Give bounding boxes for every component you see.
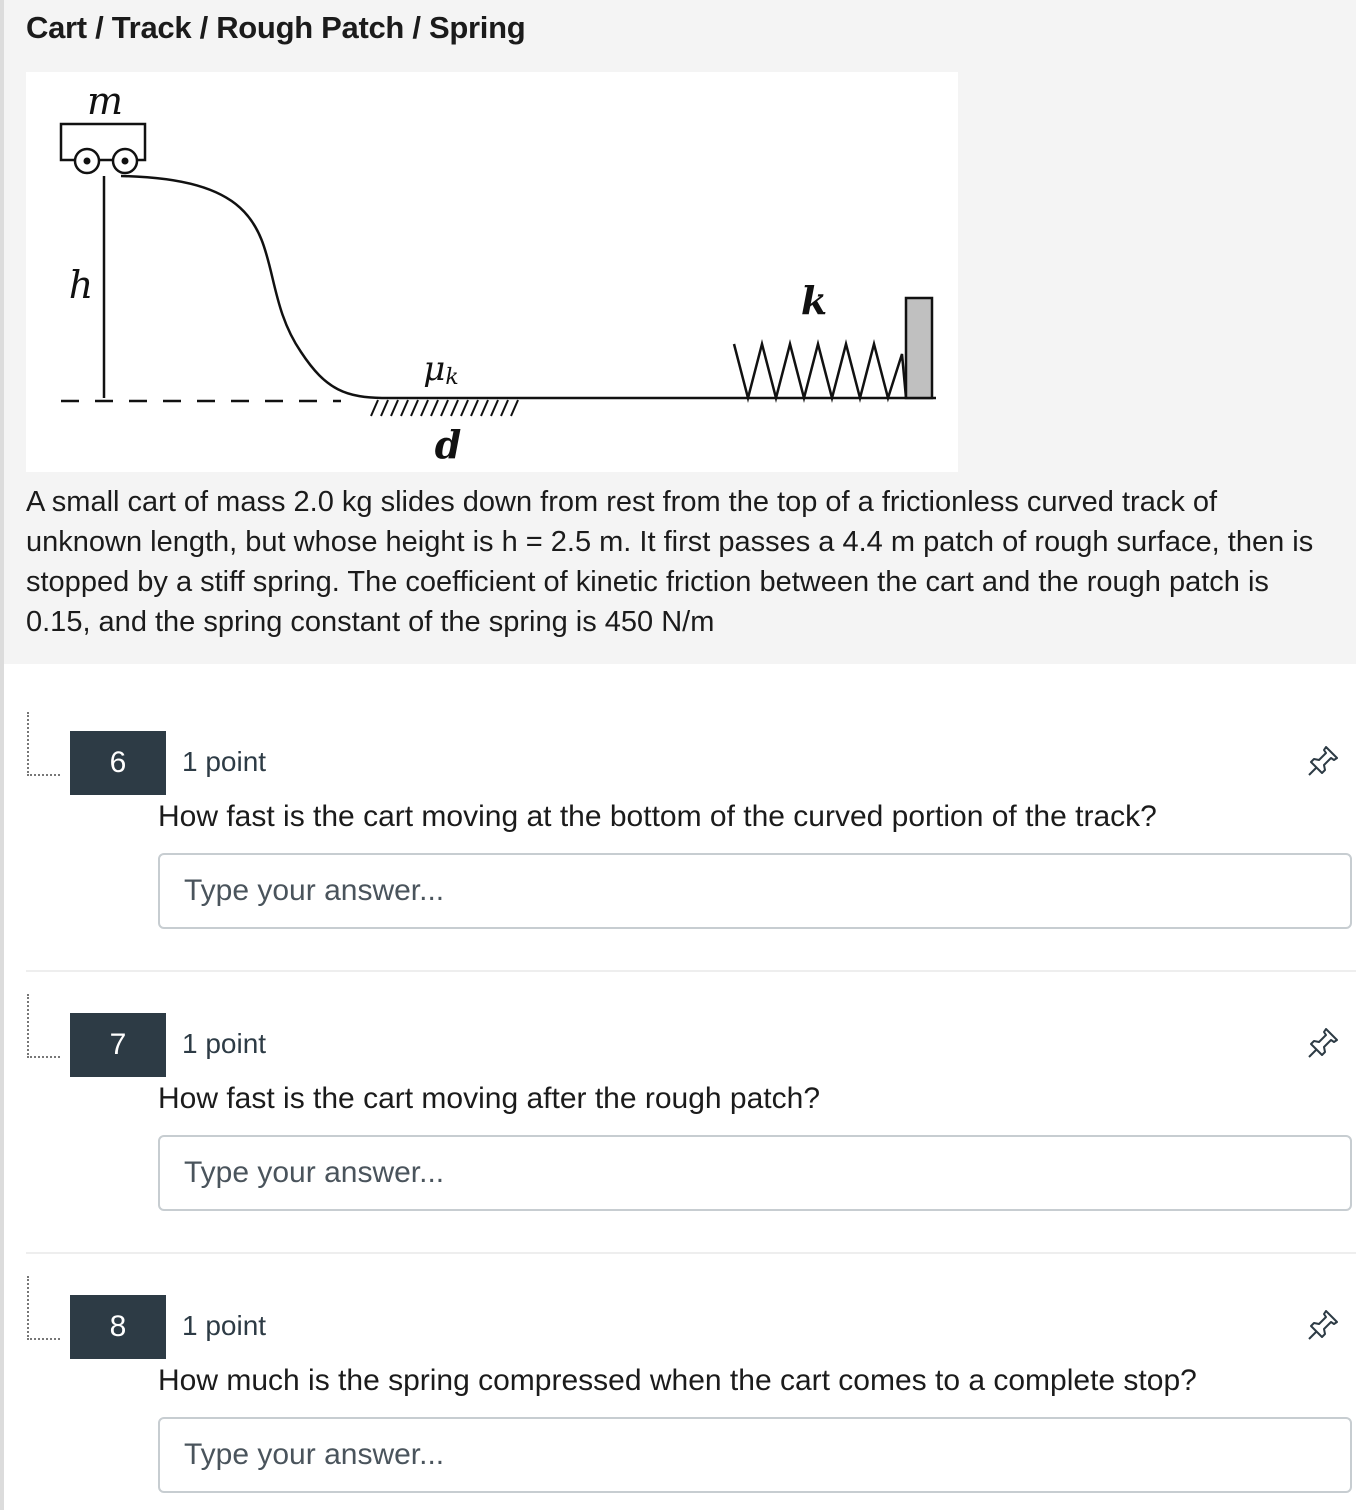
question-points: 1 point (182, 1310, 267, 1341)
cart-track-spring-figure: m h μk d k (59, 79, 936, 467)
mass-label: m (87, 79, 123, 123)
cart (59, 122, 147, 175)
friction-label: μk (423, 349, 458, 390)
question-text: How fast is the cart moving at the botto… (158, 800, 1157, 833)
answer-input[interactable] (158, 1135, 1352, 1211)
question-number: 6 (70, 731, 166, 795)
drag-handle-icon[interactable] (27, 1276, 60, 1340)
height-label: h (69, 263, 93, 307)
question-text: How fast is the cart moving after the ro… (158, 1082, 821, 1115)
drag-handle-icon[interactable] (27, 712, 60, 776)
answer-input[interactable] (158, 853, 1352, 929)
question-group-intro: Cart / Track / Rough Patch / Spring m h (4, 0, 1356, 664)
question-6: 6 1 point How fast is the cart moving at… (0, 688, 1356, 970)
problem-statement: A small cart of mass 2.0 kg slides down … (26, 486, 1314, 638)
pin-icon[interactable] (1306, 742, 1342, 778)
question-7: 7 1 point How fast is the cart moving af… (0, 970, 1356, 1252)
wall (904, 296, 934, 400)
question-text: How much is the spring compressed when t… (158, 1364, 1197, 1397)
question-8: 8 1 point How much is the spring compres… (0, 1252, 1356, 1510)
answer-input[interactable] (158, 1417, 1352, 1493)
drag-handle-icon[interactable] (27, 994, 60, 1058)
spring (732, 339, 908, 403)
rough-patch-hatch (370, 399, 519, 417)
pin-icon[interactable] (1306, 1024, 1342, 1060)
question-number: 8 (70, 1295, 166, 1359)
question-points: 1 point (182, 1028, 267, 1059)
pin-icon[interactable] (1306, 1306, 1342, 1342)
physics-diagram: m h μk d k (26, 72, 958, 472)
group-title: Cart / Track / Rough Patch / Spring (26, 10, 526, 45)
question-points: 1 point (182, 746, 267, 777)
question-number: 7 (70, 1013, 166, 1077)
distance-label: d (435, 422, 462, 467)
spring-label: k (801, 278, 827, 323)
